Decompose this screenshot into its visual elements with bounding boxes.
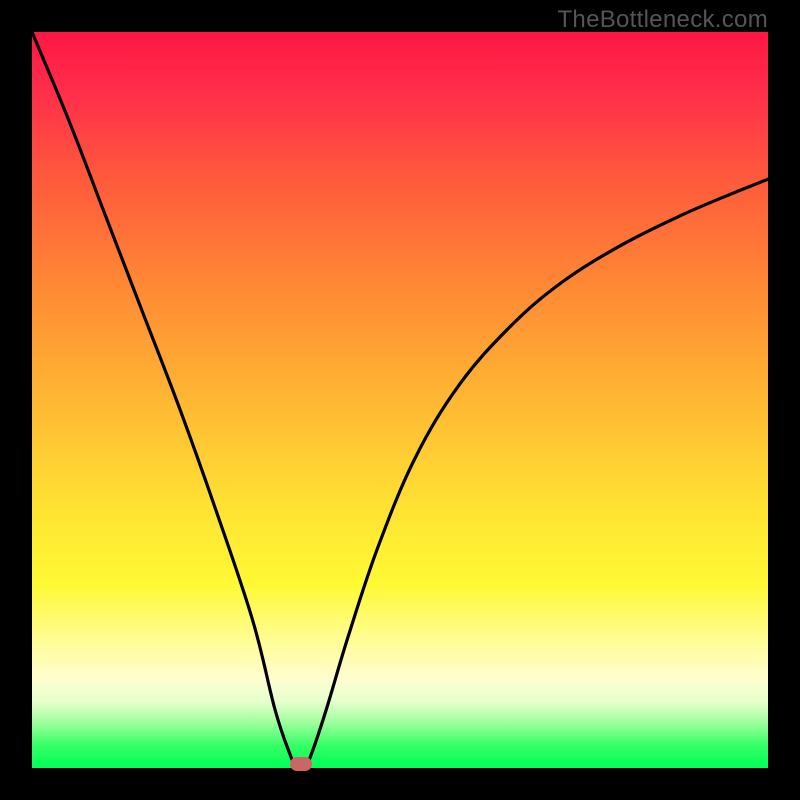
plot-area <box>32 32 768 768</box>
chart-frame: TheBottleneck.com <box>0 0 800 800</box>
watermark-text: TheBottleneck.com <box>557 6 768 34</box>
optimal-point-marker <box>290 757 312 771</box>
